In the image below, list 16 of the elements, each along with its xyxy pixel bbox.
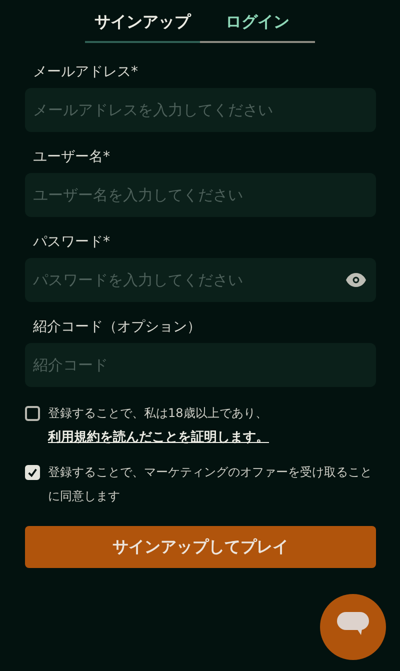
terms-link[interactable]: 利用規約を読んだことを証明します。: [48, 430, 269, 445]
consent-text: 登録することで、マーケティングのオファーを受け取ることに同意します: [48, 464, 373, 505]
field-label: ユーザー名*: [33, 148, 111, 166]
input-field[interactable]: メールアドレスを入力してください: [25, 88, 376, 132]
input-field[interactable]: パスワードを入力してください: [25, 258, 376, 302]
tab[interactable]: ログイン: [200, 8, 315, 43]
tab[interactable]: サインアップ: [85, 8, 200, 43]
field-label: メールアドレス*: [33, 63, 139, 81]
field-label: 紹介コード（オプション）: [33, 318, 202, 336]
input-field[interactable]: 紹介コード: [25, 343, 376, 387]
eye-icon[interactable]: [346, 273, 366, 287]
consent-text: 登録することで、私は18歳以上であり、 利用規約を読んだことを証明します。: [48, 405, 270, 447]
signup-button[interactable]: サインアップしてプレイ: [25, 526, 376, 568]
input-field[interactable]: ユーザー名を入力してください: [25, 173, 376, 217]
checkbox[interactable]: [25, 406, 40, 421]
field-label: パスワード*: [33, 233, 111, 251]
